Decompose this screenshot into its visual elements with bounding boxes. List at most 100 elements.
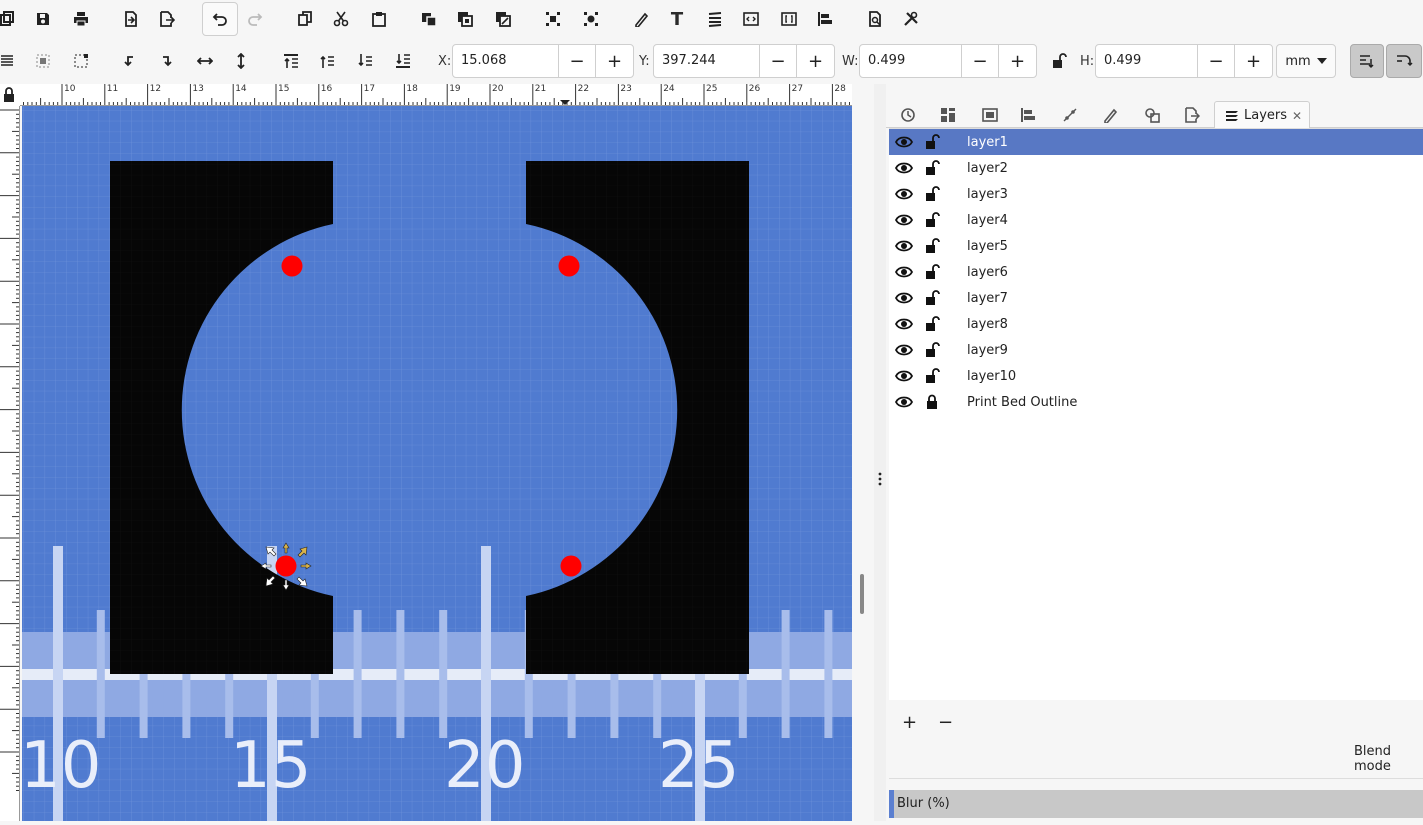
y-decrement-button[interactable]: − [760,45,797,77]
layer-row[interactable]: layer10 [889,363,1423,389]
layer-name[interactable]: layer1 [967,135,1008,150]
unlock-icon[interactable] [924,368,940,384]
cut-icon[interactable] [326,4,356,34]
deselect-icon[interactable] [66,46,96,76]
layer-row[interactable]: layer6 [889,259,1423,285]
panel-splitter[interactable] [874,84,886,821]
remove-layer-button[interactable]: − [938,712,953,733]
eye-icon[interactable] [894,395,914,409]
layer-name[interactable]: Print Bed Outline [967,395,1077,410]
xml-icon[interactable] [736,4,766,34]
tab-layers[interactable]: Layers ✕ [1214,101,1310,129]
clone-icon[interactable] [450,4,480,34]
vertical-ruler[interactable] [0,106,20,821]
lower-to-bottom-icon[interactable] [388,46,418,76]
rotate-cw-icon[interactable] [152,46,182,76]
fill-stroke-tab-icon[interactable] [1098,104,1122,126]
rotate-ccw-icon[interactable] [114,46,144,76]
eye-icon[interactable] [894,135,914,149]
copy-icon[interactable] [290,4,320,34]
vertical-scrollbar[interactable] [852,106,874,821]
y-increment-button[interactable]: + [797,45,834,77]
ungroup-icon[interactable] [576,4,606,34]
eye-icon[interactable] [894,239,914,253]
drawing-canvas[interactable]: 10 15 20 25 [22,106,852,821]
y-input[interactable]: 397.244 [654,45,760,77]
layer-name[interactable]: layer6 [967,265,1008,280]
selectors-icon[interactable] [774,4,804,34]
w-input[interactable]: 0.499 [860,45,962,77]
close-tab-icon[interactable]: ✕ [1292,109,1302,123]
scale-stroke-toggle[interactable] [1350,44,1384,78]
document-properties-icon[interactable] [860,4,890,34]
eye-icon[interactable] [894,187,914,201]
undo-history-tab-icon[interactable] [896,104,920,126]
eye-icon[interactable] [894,161,914,175]
layer-row[interactable]: layer2 [889,155,1423,181]
ruler-lock-corner[interactable] [0,84,20,106]
layer-name[interactable]: layer8 [967,317,1008,332]
text-font-icon[interactable]: T [662,4,692,34]
align-tab-icon[interactable] [1016,104,1040,126]
undo-button[interactable] [202,2,238,36]
raise-to-top-icon[interactable] [276,46,306,76]
select-all-icon[interactable] [0,46,22,76]
blur-slider[interactable]: Blur (%) [889,790,1423,818]
layer-row[interactable]: layer4 [889,207,1423,233]
unlock-icon[interactable] [924,264,940,280]
layer-row[interactable]: layer5 [889,233,1423,259]
eye-icon[interactable] [894,291,914,305]
w-increment-button[interactable]: + [999,45,1036,77]
eye-icon[interactable] [894,343,914,357]
unlock-icon[interactable] [924,238,940,254]
scrollbar-thumb[interactable] [860,574,864,614]
layer-row[interactable]: layer3 [889,181,1423,207]
h-decrement-button[interactable]: − [1198,45,1235,77]
swatches-tab-icon[interactable] [936,104,960,126]
layer-row[interactable]: layer9 [889,337,1423,363]
paste-icon[interactable] [364,4,394,34]
x-input[interactable]: 15.068 [453,45,559,77]
group-icon[interactable] [538,4,568,34]
select-all-layers-icon[interactable] [28,46,58,76]
lower-icon[interactable] [350,46,380,76]
horizontal-ruler[interactable]: 10 11 12 13 14 15 16 17 18 19 20 21 22 23 24 25 26 27 28 [20,84,852,106]
layer-row[interactable]: Print Bed Outline [889,389,1423,415]
x-decrement-button[interactable]: − [559,45,596,77]
raise-icon[interactable] [312,46,342,76]
layer-name[interactable]: layer10 [967,369,1016,384]
save-icon[interactable] [28,4,58,34]
h-increment-button[interactable]: + [1235,45,1272,77]
x-increment-button[interactable]: + [596,45,633,77]
w-decrement-button[interactable]: − [962,45,999,77]
duplicate-icon[interactable] [414,4,444,34]
import-icon[interactable] [116,4,146,34]
unit-select[interactable]: mm [1276,44,1336,78]
export-tab-icon[interactable] [1180,104,1204,126]
unlock-icon[interactable] [924,212,940,228]
layer-name[interactable]: layer3 [967,187,1008,202]
objects-tab-icon[interactable] [1140,104,1164,126]
fill-stroke-icon[interactable] [626,4,656,34]
add-layer-button[interactable]: + [902,712,917,733]
layer-row[interactable]: layer8 [889,311,1423,337]
flip-horizontal-icon[interactable] [190,46,220,76]
unlock-icon[interactable] [924,134,940,150]
copy-page-icon[interactable] [0,4,22,34]
flip-vertical-icon[interactable] [226,46,256,76]
unlock-icon[interactable] [924,342,940,358]
layer-name[interactable]: layer9 [967,343,1008,358]
align-distribute-icon[interactable] [810,4,840,34]
layer-name[interactable]: layer4 [967,213,1008,228]
xml-editor-icon[interactable] [700,4,730,34]
layer-name[interactable]: layer2 [967,161,1008,176]
export-icon[interactable] [152,4,182,34]
lock-icon[interactable] [924,394,940,410]
eye-icon[interactable] [894,317,914,331]
layer-row[interactable]: layer7 [889,285,1423,311]
unlock-icon[interactable] [924,186,940,202]
eye-icon[interactable] [894,265,914,279]
eye-icon[interactable] [894,213,914,227]
lock-ratio-icon[interactable] [1044,46,1074,76]
unlock-icon[interactable] [924,316,940,332]
